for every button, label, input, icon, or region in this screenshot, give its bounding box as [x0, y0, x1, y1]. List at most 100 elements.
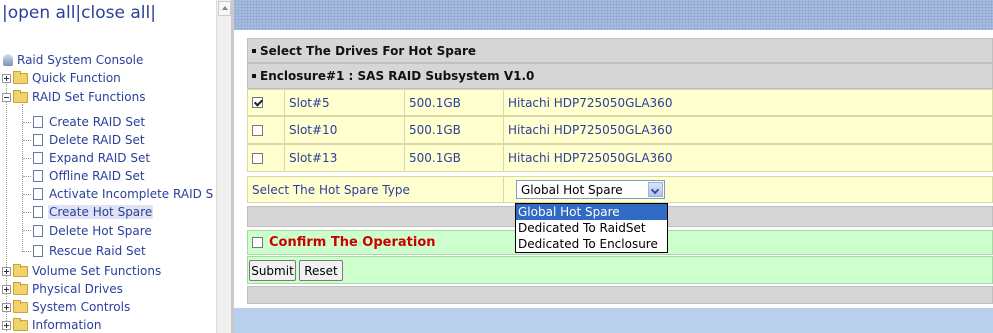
drive-model: Hitachi HDP725050GLA360 — [508, 95, 673, 110]
bottom-bar — [234, 308, 993, 333]
folder-icon — [13, 281, 28, 295]
hot-spare-type-select[interactable]: Global Hot Spare — [516, 180, 665, 199]
drive-checkbox[interactable] — [252, 152, 263, 164]
drive-select-cell — [248, 145, 285, 171]
drive-row: Slot#10 500.1GB Hitachi HDP725050GLA360 — [247, 116, 993, 144]
drive-checkbox[interactable] — [252, 124, 263, 136]
tree-item-label: Rescue Raid Set — [49, 244, 146, 258]
tree-item-activate-incomplete-raid-set[interactable]: Activate Incomplete RAID S — [33, 185, 214, 203]
drive-row: Slot#5 500.1GB Hitachi HDP725050GLA360 — [247, 89, 993, 116]
tree-item-label: Physical Drives — [32, 282, 123, 296]
tree-root-label: Raid System Console — [17, 53, 144, 67]
expand-icon[interactable] — [2, 320, 11, 330]
confirm-checkbox[interactable] — [252, 237, 263, 248]
tree-toolbar: |open all|close all| — [0, 0, 231, 30]
chevron-down-icon[interactable] — [648, 182, 663, 197]
navigation-tree-frame: |open all|close all| Raid System Console… — [0, 0, 231, 333]
tree-item-label-selected: Create Hot Spare — [48, 205, 154, 219]
expand-icon[interactable] — [2, 302, 11, 312]
tree-item-label: Information — [32, 318, 102, 332]
page-icon — [33, 225, 43, 237]
drive-size: 500.1GB — [405, 117, 504, 143]
tree-scrollbar[interactable] — [216, 0, 231, 333]
drive-checkbox[interactable] — [252, 97, 263, 108]
expand-icon[interactable] — [2, 73, 11, 83]
drive-size: 500.1GB — [405, 145, 504, 171]
drive-model: Hitachi HDP725050GLA360 — [508, 123, 673, 137]
folder-open-icon — [13, 89, 28, 103]
drive-model: Hitachi HDP725050GLA360 — [508, 151, 673, 165]
page-icon — [33, 134, 43, 146]
tree-item-raid-set-functions[interactable]: RAID Set Functions — [2, 88, 146, 106]
dropdown-option-global-hot-spare[interactable]: Global Hot Spare — [516, 204, 667, 220]
tree-item-delete-raid-set[interactable]: Delete RAID Set — [33, 131, 146, 149]
dropdown-option-dedicated-to-raidset[interactable]: Dedicated To RaidSet — [516, 220, 667, 236]
tree-item-create-raid-set[interactable]: Create RAID Set — [33, 113, 146, 131]
open-close-all-links[interactable]: |open all|close all| — [2, 3, 156, 23]
tree-item-physical-drives[interactable]: Physical Drives — [2, 280, 124, 298]
tree-branch — [23, 140, 31, 141]
hot-spare-type-value: Global Hot Spare — [521, 182, 623, 197]
page-icon — [33, 188, 43, 200]
drive-size: 500.1GB — [405, 90, 504, 115]
tree-branch — [23, 230, 31, 231]
tree-item-label: Delete Hot Spare — [49, 224, 152, 238]
dropdown-option-dedicated-to-enclosure[interactable]: Dedicated To Enclosure — [516, 236, 667, 252]
header-pattern-bar — [234, 0, 993, 30]
tree-branch — [23, 158, 31, 159]
hot-spare-type-row: Select The Hot Spare Type Global Hot Spa… — [247, 176, 993, 203]
drive-slot: Slot#13 — [285, 145, 405, 171]
drive-select-cell — [248, 117, 285, 143]
hot-spare-type-label: Select The Hot Spare Type — [248, 177, 504, 202]
tree-item-label: Expand RAID Set — [49, 151, 151, 165]
tree-item-label: Offline RAID Set — [49, 169, 145, 183]
tree-branch — [23, 212, 31, 213]
tree-item-expand-raid-set[interactable]: Expand RAID Set — [33, 149, 151, 167]
collapse-icon[interactable] — [2, 92, 11, 102]
folder-icon — [13, 70, 28, 84]
enclosure-title: Enclosure#1 : SAS RAID Subsystem V1.0 — [260, 69, 535, 83]
tree-item-label: Volume Set Functions — [32, 264, 162, 278]
button-row: Submit Reset — [247, 256, 993, 284]
tree-item-volume-set-functions[interactable]: Volume Set Functions — [2, 262, 162, 280]
folder-icon — [13, 263, 28, 277]
tree-item-rescue-raid-set[interactable]: Rescue Raid Set — [33, 242, 147, 260]
tree-item-label: Delete RAID Set — [49, 133, 145, 147]
tree-item-label: System Controls — [32, 300, 131, 314]
console-icon — [3, 54, 13, 66]
submit-button[interactable]: Submit — [249, 260, 296, 281]
folder-icon — [13, 317, 28, 331]
enclosure-header: Enclosure#1 : SAS RAID Subsystem V1.0 — [247, 63, 993, 89]
drive-slot: Slot#5 — [285, 90, 405, 115]
tree-item-system-controls[interactable]: System Controls — [2, 298, 131, 316]
expand-icon[interactable] — [2, 284, 11, 294]
tree-branch — [23, 194, 31, 195]
bullet-icon — [252, 74, 256, 78]
tree-item-create-hot-spare[interactable]: Create Hot Spare — [33, 203, 154, 221]
tree-item-quick-function[interactable]: Quick Function — [2, 69, 122, 87]
page-icon — [33, 152, 43, 164]
tree-root-console[interactable]: Raid System Console — [3, 51, 144, 69]
drive-select-cell — [248, 90, 285, 115]
scroll-up-arrow-icon[interactable] — [218, 1, 231, 16]
page-icon — [33, 206, 43, 218]
section-title: Select The Drives For Hot Spare — [260, 43, 477, 58]
drive-row: Slot#13 500.1GB Hitachi HDP725050GLA360 — [247, 144, 993, 172]
tree-branch — [23, 122, 31, 123]
page-icon — [33, 245, 43, 257]
page-icon — [33, 170, 43, 182]
folder-icon — [13, 299, 28, 313]
expand-icon[interactable] — [2, 266, 11, 276]
content-frame: Select The Drives For Hot Spare Enclosur… — [234, 0, 993, 333]
tree-item-information[interactable]: Information — [2, 316, 102, 333]
tree-item-delete-hot-spare[interactable]: Delete Hot Spare — [33, 222, 153, 240]
hot-spare-type-dropdown[interactable]: Global Hot Spare Dedicated To RaidSet De… — [515, 203, 668, 253]
reset-button[interactable]: Reset — [299, 260, 343, 281]
tree-item-offline-raid-set[interactable]: Offline RAID Set — [33, 167, 146, 185]
tree-item-label: Activate Incomplete RAID S — [49, 187, 214, 201]
tree-item-label: Quick Function — [32, 71, 121, 85]
page-icon — [33, 116, 43, 128]
tree-branch — [23, 176, 31, 177]
section-header: Select The Drives For Hot Spare — [247, 38, 993, 63]
drive-slot: Slot#10 — [285, 117, 405, 143]
